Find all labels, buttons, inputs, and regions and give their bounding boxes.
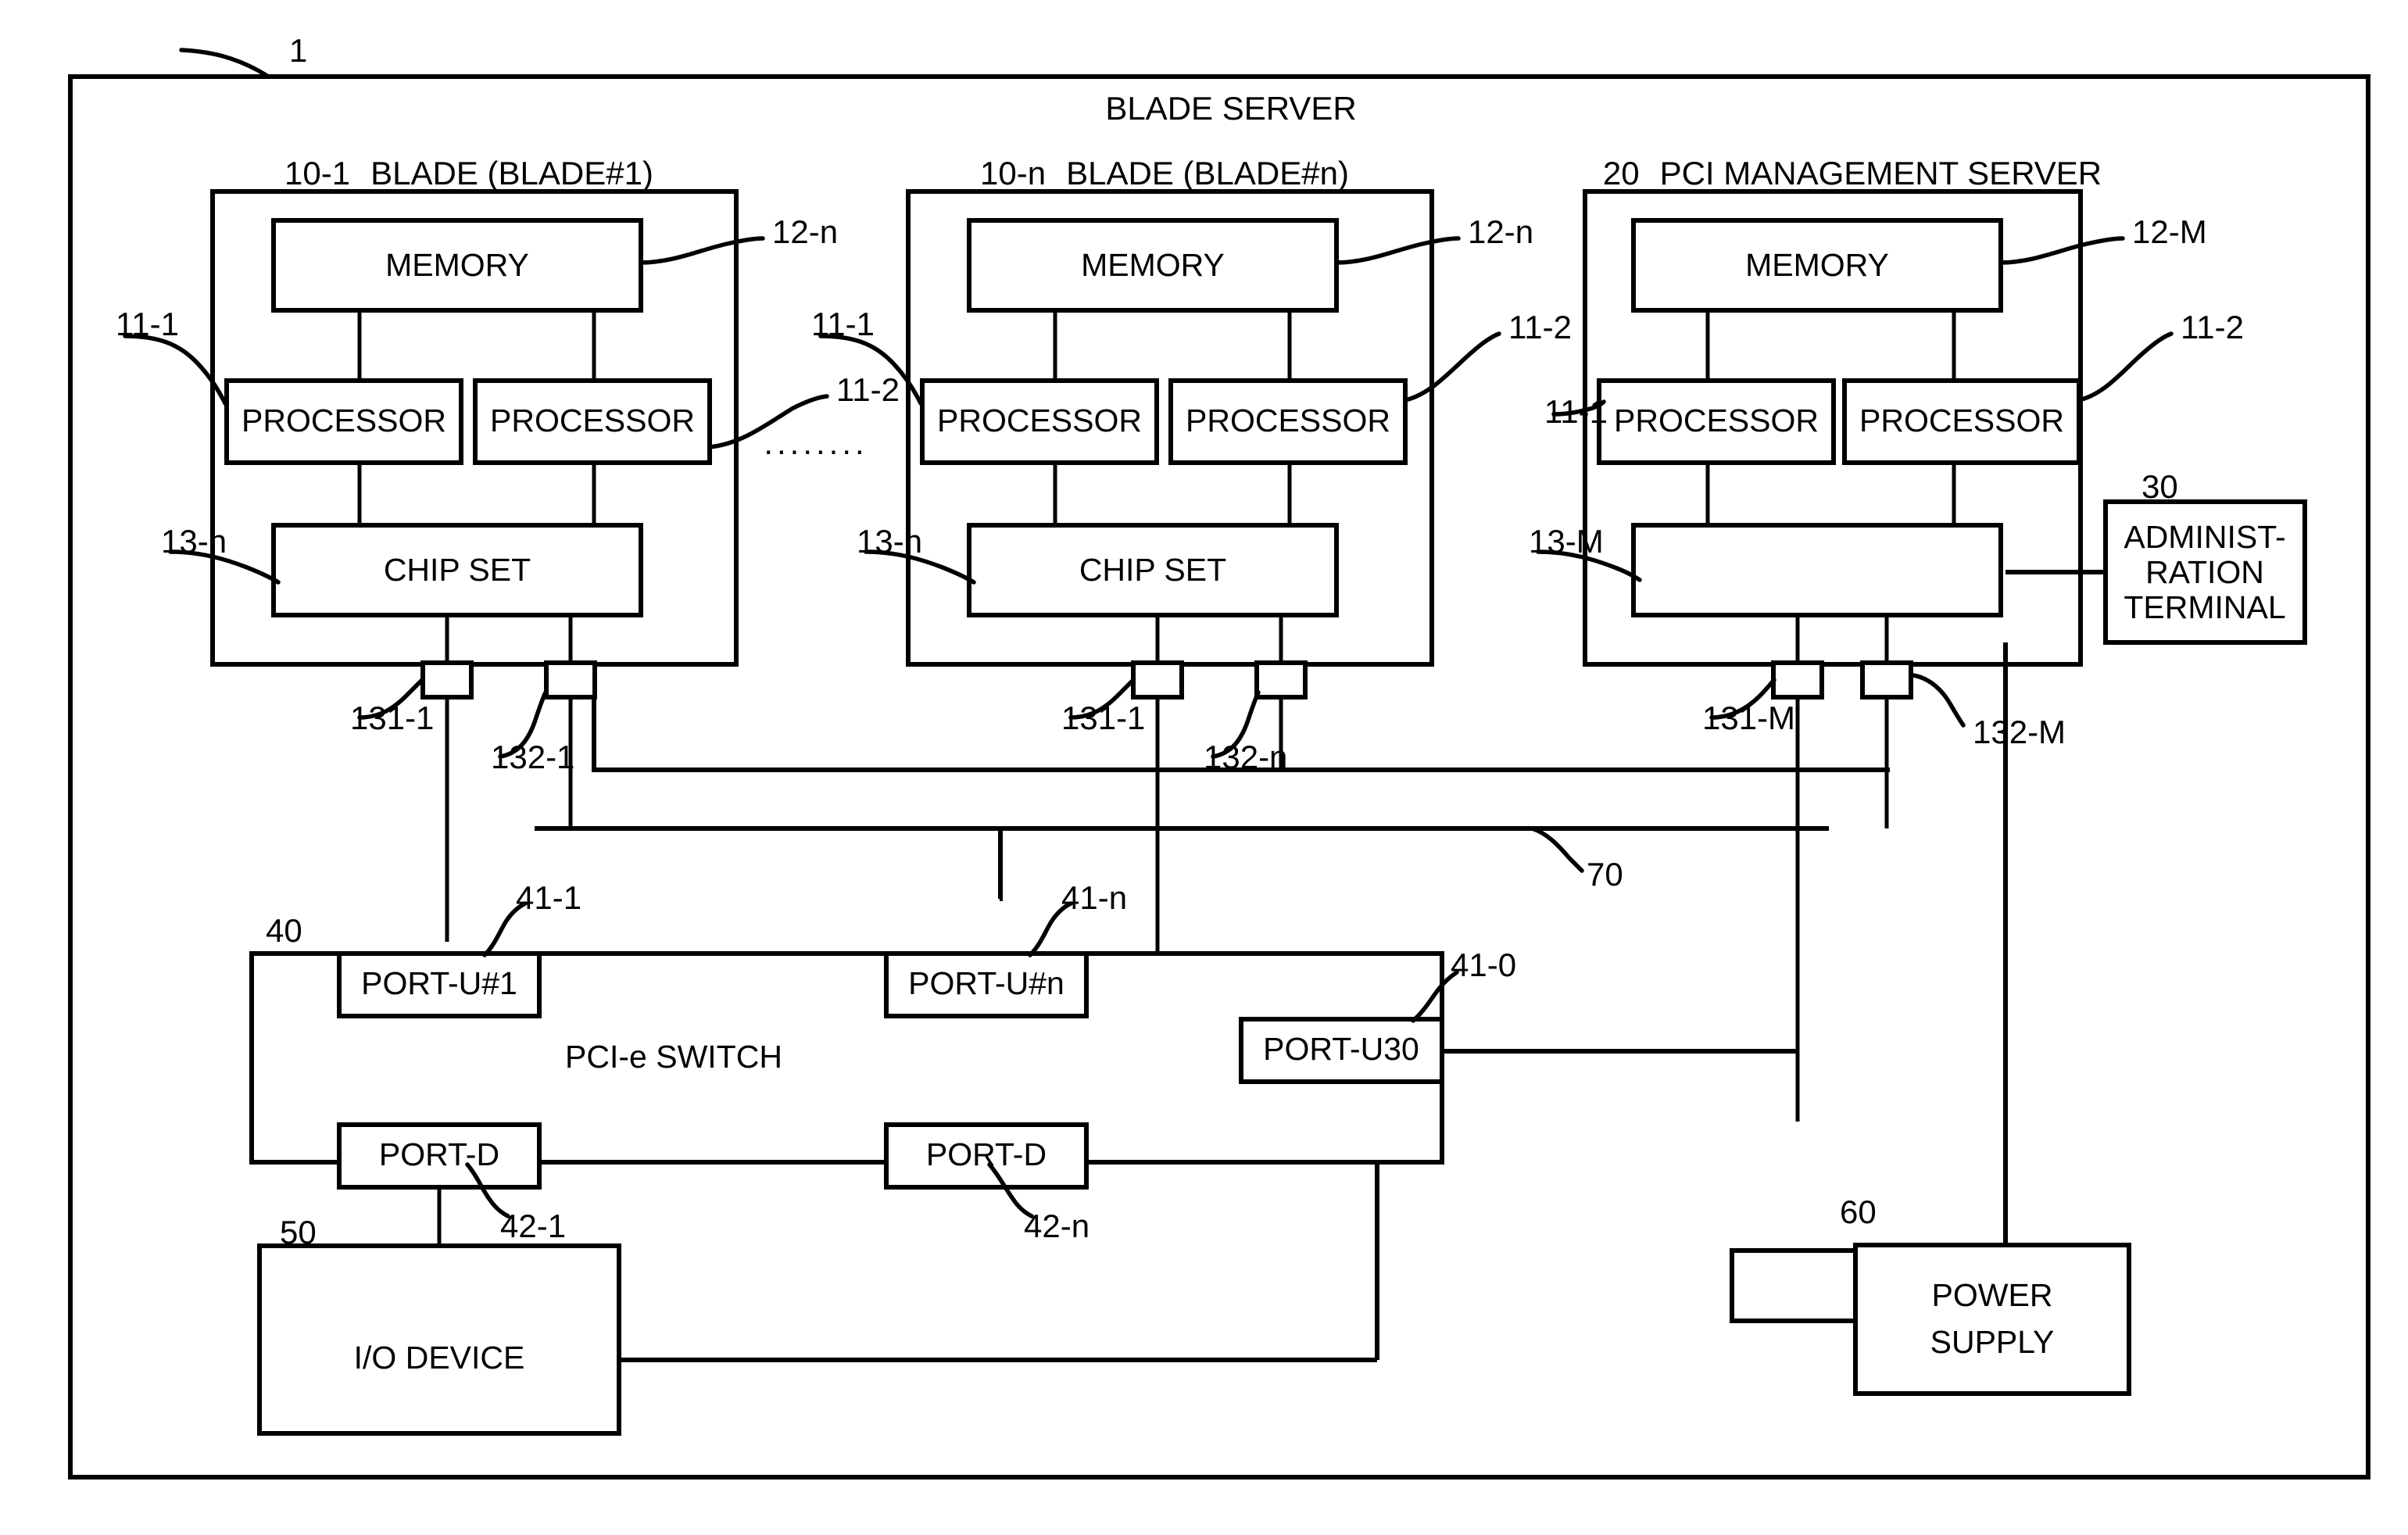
blade1-processor1-ref: 11-1 <box>116 306 179 342</box>
blade1-processor2-label: PROCESSOR <box>490 403 695 438</box>
management-server-port1-ref: 131-M <box>1702 700 1795 736</box>
management-server-port-131-M <box>1771 660 1824 700</box>
patent-figure-blade-server: 1 BLADE SERVER 10-1 BLADE (BLADE#1) MEMOR… <box>0 0 2408 1535</box>
switch-port-d1-ref: 42-1 <box>500 1208 566 1244</box>
blade-n-port1-ref: 131-1 <box>1061 700 1145 736</box>
blade-n-memory-label: MEMORY <box>1081 247 1225 283</box>
management-server-chipset-ref: 13-M <box>1529 523 1604 560</box>
switch-port-d1-label: PORT-D <box>379 1136 499 1172</box>
blade1-port-131-1 <box>420 660 474 700</box>
power-supply-box <box>1853 1243 2131 1396</box>
switch-port-u30-label: PORT-U30 <box>1263 1031 1419 1067</box>
switch-port-un-ref: 41-n <box>1061 879 1127 916</box>
blade-n-processor1-label: PROCESSOR <box>937 403 1142 438</box>
management-server-title-ref: 20 PCI MANAGEMENT SERVER <box>1603 155 2102 191</box>
blade1-memory-label: MEMORY <box>385 247 529 283</box>
management-server-port2-ref: 132-M <box>1973 714 2066 750</box>
switch-ref: 40 <box>266 912 302 949</box>
blades-ellipsis: ........ <box>764 424 868 461</box>
switch-port-u1-ref: 41-1 <box>516 879 581 916</box>
management-server-port-132-M <box>1860 660 1913 700</box>
blade-n-port-131-1 <box>1131 660 1184 700</box>
management-server-processor2-label: PROCESSOR <box>1859 403 2064 438</box>
admin-terminal-line1: ADMINIST- <box>2124 519 2285 555</box>
blade1-port1-ref: 131-1 <box>350 700 434 736</box>
blade-n-processor2-ref: 11-2 <box>1508 309 1572 345</box>
management-server-memory-ref: 12-M <box>2132 213 2207 250</box>
blade1-port-132-1 <box>544 660 597 700</box>
blade1-processor1-label: PROCESSOR <box>242 403 446 438</box>
blade1-chipset-label: CHIP SET <box>384 552 531 588</box>
admin-terminal-line2: RATION <box>2145 554 2264 590</box>
switch-port-u30-ref: 41-0 <box>1451 946 1516 983</box>
blade-n-chipset-label: CHIP SET <box>1079 552 1226 588</box>
blade-server-title: BLADE SERVER <box>1105 90 1356 127</box>
switch-port-dn-ref: 42-n <box>1024 1208 1090 1244</box>
switch-port-dn-label: PORT-D <box>926 1136 1047 1172</box>
blade1-title-ref: 10-1 BLADE (BLADE#1) <box>284 155 653 191</box>
management-server-chipset-box <box>1631 523 2003 617</box>
switch-port-un-label: PORT-U#n <box>908 965 1064 1001</box>
blade1-port2-ref: 132-1 <box>491 739 574 775</box>
management-server-processor1-label: PROCESSOR <box>1614 403 1819 438</box>
switch-label: PCI-e SWITCH <box>565 1039 782 1075</box>
diagram-canvas: 1 BLADE SERVER 10-1 BLADE (BLADE#1) MEMOR… <box>68 32 2370 1480</box>
switch-port-u1-label: PORT-U#1 <box>361 965 517 1001</box>
blade-n-memory-ref: 12-n <box>1468 213 1533 250</box>
blade1-processor2-ref: 11-2 <box>836 371 900 408</box>
management-server-memory-label: MEMORY <box>1745 247 1889 283</box>
figure-ref-label: 1 <box>289 32 307 69</box>
blade1-memory-ref: 12-n <box>772 213 838 250</box>
blade-n-port-132-n <box>1254 660 1308 700</box>
blade1-chipset-ref: 13-n <box>161 523 227 560</box>
bus-ref: 70 <box>1587 856 1623 893</box>
power-supply-line1: POWER <box>1932 1277 2053 1313</box>
management-server-processor2-ref: 11-2 <box>2181 309 2244 345</box>
blade-n-processor1-ref: 11-1 <box>811 306 875 342</box>
admin-terminal-line3: TERMINAL <box>2124 589 2285 625</box>
management-server-processor1-ref: 11-1 <box>1544 393 1608 430</box>
blade-n-chipset-ref: 13-n <box>857 523 922 560</box>
power-supply-ref: 60 <box>1840 1193 1877 1230</box>
io-device-label: I/O DEVICE <box>354 1340 525 1376</box>
blade-n-title-ref: 10-n BLADE (BLADE#n) <box>980 155 1349 191</box>
blade-n-processor2-label: PROCESSOR <box>1186 403 1390 438</box>
power-supply-line2: SUPPLY <box>1930 1324 2055 1360</box>
